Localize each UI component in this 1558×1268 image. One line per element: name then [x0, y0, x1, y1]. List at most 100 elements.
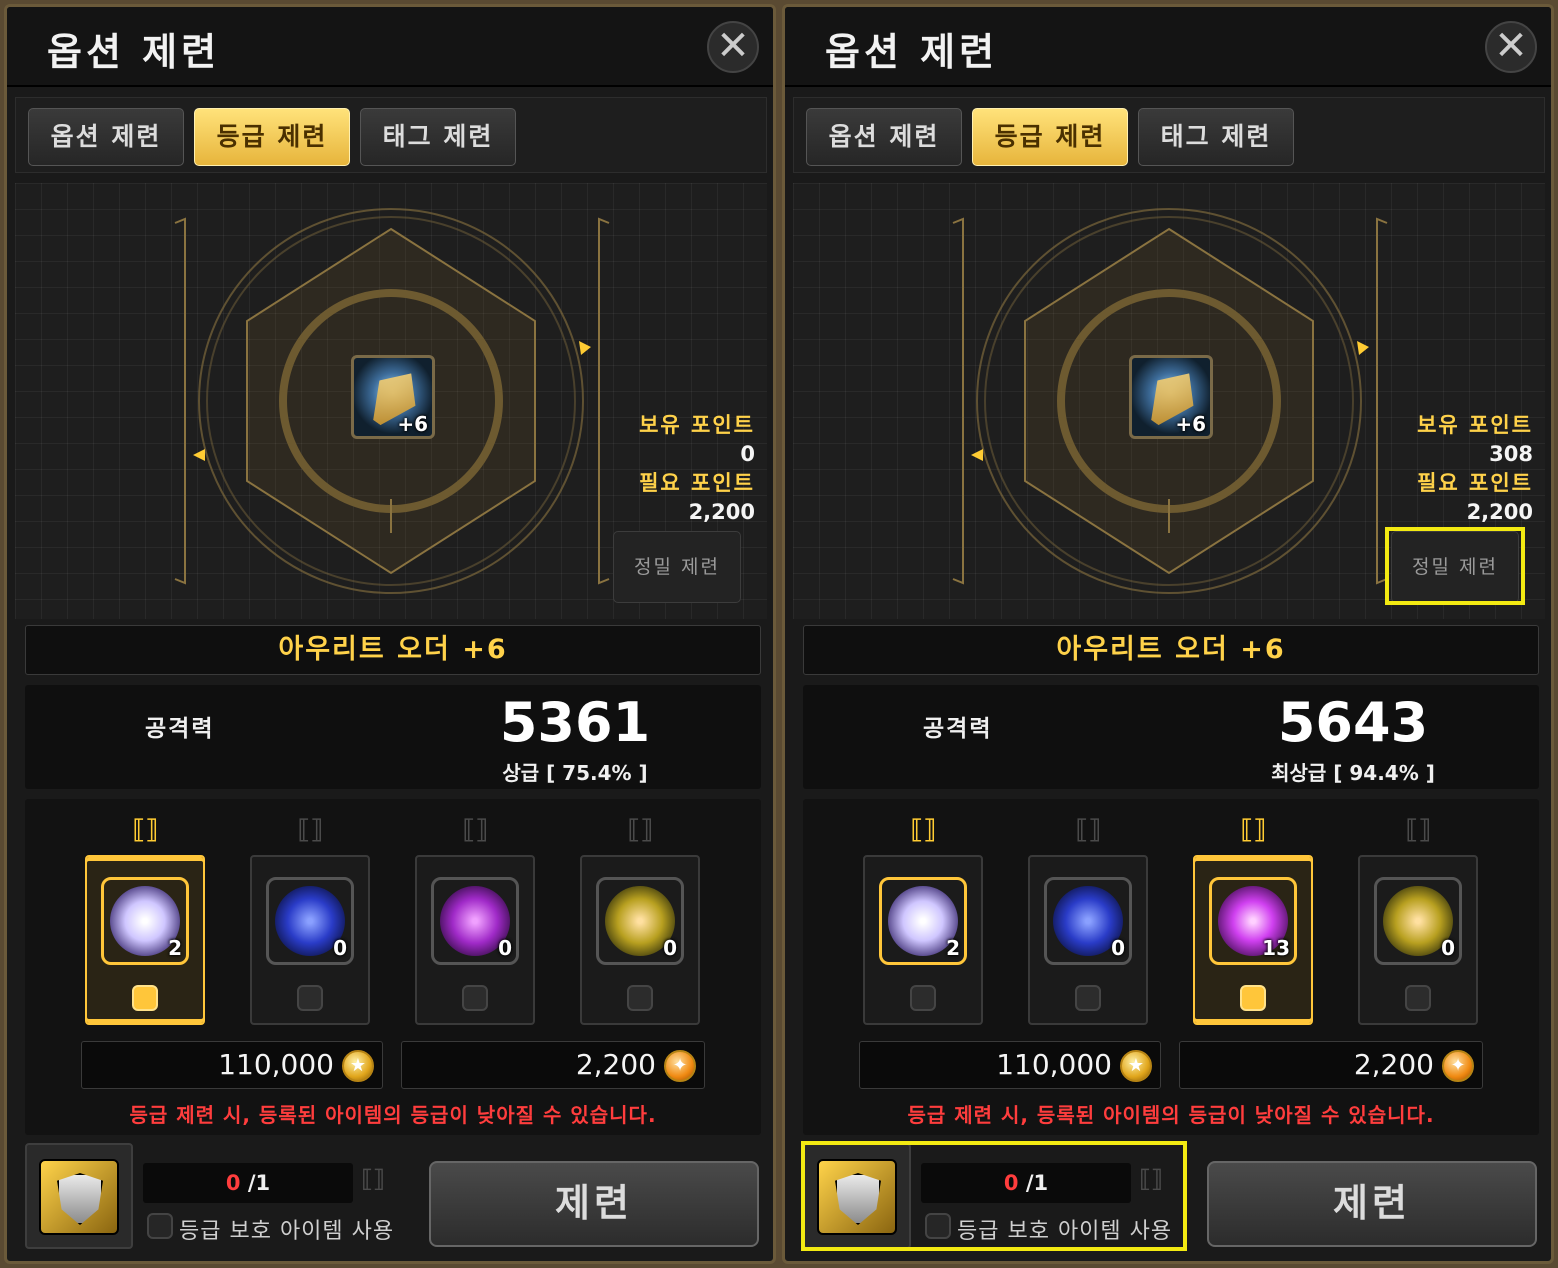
lock-icon[interactable]: ⟦⟧ [1403, 815, 1433, 847]
refine-button[interactable]: 제련 [1207, 1161, 1537, 1247]
tab-option-refine[interactable]: 옵션 제련 [806, 108, 962, 166]
window-title: 옵션 제련 [825, 30, 999, 74]
owned-points-value: 308 [1489, 442, 1533, 466]
slot-checkbox[interactable] [1405, 985, 1431, 1011]
point-cost-value: 2,200 [1353, 1048, 1434, 1081]
close-icon[interactable]: ✕ [707, 21, 759, 73]
orb-icon: 0 [1374, 877, 1462, 965]
gold-coin-icon: ★ [1120, 1050, 1152, 1082]
required-points-label: 필요 포인트 [639, 471, 755, 495]
attack-label: 공격력 [145, 716, 215, 742]
orb-count: 2 [946, 936, 960, 960]
lock-icon[interactable]: ⟦⟧ [625, 815, 655, 847]
orb-icon: 2 [879, 877, 967, 965]
tab-grade-refine[interactable]: 등급 제련 [972, 108, 1128, 166]
attack-value: 5643 [1277, 691, 1429, 754]
attack-label: 공격력 [923, 716, 993, 742]
lock-icon[interactable]: ⟦⟧ [460, 815, 490, 847]
material-slot-3[interactable]: 13 [1193, 855, 1313, 1025]
tab-tag-refine[interactable]: 태그 제련 [1138, 108, 1294, 166]
slot-area: ⟦⟧ ⟦⟧ ⟦⟧ ⟦⟧ 2 0 0 0 110,000 ★ 2,200 ✦ 등급… [25, 799, 761, 1135]
gold-cost: 110,000 ★ [81, 1041, 383, 1089]
slot-checkbox[interactable] [132, 985, 158, 1011]
item-level-badge: +6 [397, 412, 428, 436]
material-slot-1[interactable]: 2 [863, 855, 983, 1025]
orb-count: 0 [663, 936, 677, 960]
required-points-label: 필요 포인트 [1417, 471, 1533, 495]
material-slot-2[interactable]: 0 [250, 855, 370, 1025]
protect-count-current: 0 [225, 1171, 241, 1195]
slot-checkbox[interactable] [297, 985, 323, 1011]
point-coin-icon: ✦ [664, 1050, 696, 1082]
precise-refine-button[interactable]: 정밀 제련 [613, 531, 741, 603]
warning-text: 등급 제련 시, 등록된 아이템의 등급이 낮아질 수 있습니다. [129, 1103, 657, 1127]
item-icon-aurit-order: +6 [351, 355, 435, 439]
protect-label: 등급 보호 아이템 사용 [179, 1219, 395, 1244]
grade-text: 최상급 [ 94.4% ] [1271, 761, 1435, 785]
refine-button[interactable]: 제련 [429, 1161, 759, 1247]
gold-coin-icon: ★ [342, 1050, 374, 1082]
close-icon[interactable]: ✕ [1485, 21, 1537, 73]
slot-checkbox[interactable] [462, 985, 488, 1011]
orb-count: 0 [498, 936, 512, 960]
material-slot-4[interactable]: 0 [580, 855, 700, 1025]
protect-count-max: /1 [240, 1171, 271, 1195]
lock-icon[interactable]: ⟦⟧ [1073, 815, 1103, 847]
protect-item-slot[interactable] [25, 1143, 133, 1249]
gold-cost-value: 110,000 [218, 1048, 334, 1081]
slot-area: ⟦⟧ ⟦⟧ ⟦⟧ ⟦⟧ 2 0 13 0 110,000 ★ 2,200 ✦ 등… [803, 799, 1539, 1135]
material-slot-1[interactable]: 2 [85, 855, 205, 1025]
slot-checkbox[interactable] [1240, 985, 1266, 1011]
tab-grade-refine[interactable]: 등급 제련 [194, 108, 350, 166]
protect-count: 0 /1 [143, 1163, 353, 1203]
gold-cost-value: 110,000 [996, 1048, 1112, 1081]
points-info: 보유 포인트 0 필요 포인트 2,200 [639, 411, 755, 527]
tab-bar: 옵션 제련 등급 제련 태그 제련 [15, 97, 767, 173]
owned-points-label: 보유 포인트 [1417, 413, 1533, 437]
bottom-bar: 0 /1 ⟦⟧ 등급 보호 아이템 사용 제련 [25, 1143, 761, 1253]
highlight-protect-item [801, 1141, 1187, 1251]
item-name: 아우리트 오더 +6 [25, 625, 761, 675]
slot-checkbox[interactable] [1075, 985, 1101, 1011]
title-bar: 옵션 제련 ✕ [7, 7, 773, 87]
orb-count: 13 [1262, 936, 1290, 960]
material-slot-3[interactable]: 0 [415, 855, 535, 1025]
item-name: 아우리트 오더 +6 [803, 625, 1539, 675]
orb-count: 0 [333, 936, 347, 960]
lock-icon[interactable]: ⟦⟧ [1238, 815, 1268, 847]
material-slot-4[interactable]: 0 [1358, 855, 1478, 1025]
orb-icon: 0 [431, 877, 519, 965]
stat-box: 공격력 5643 최상급 [ 94.4% ] [803, 685, 1539, 789]
item-icon-aurit-order: +6 [1129, 355, 1213, 439]
stat-box: 공격력 5361 상급 [ 75.4% ] [25, 685, 761, 789]
grade-refine-panel-left: 옵션 제련 ✕ 옵션 제련 등급 제련 태그 제련 +6 보유 포인트 0 필요… [4, 4, 776, 1264]
attack-value: 5361 [499, 691, 651, 754]
title-bar: 옵션 제련 ✕ [785, 7, 1551, 87]
slot-checkbox[interactable] [627, 985, 653, 1011]
orb-count: 0 [1111, 936, 1125, 960]
protect-checkbox[interactable] [147, 1213, 173, 1239]
points-info: 보유 포인트 308 필요 포인트 2,200 [1417, 411, 1533, 527]
material-slot-2[interactable]: 0 [1028, 855, 1148, 1025]
tab-option-refine[interactable]: 옵션 제련 [28, 108, 184, 166]
slot-checkbox[interactable] [910, 985, 936, 1011]
required-points-value: 2,200 [688, 500, 755, 524]
refine-stage: +6 보유 포인트 0 필요 포인트 2,200 정밀 제련 [15, 183, 767, 619]
point-coin-icon: ✦ [1442, 1050, 1474, 1082]
orb-icon: 0 [266, 877, 354, 965]
orb-count: 2 [168, 936, 182, 960]
window-title: 옵션 제련 [47, 30, 221, 74]
gold-cost: 110,000 ★ [859, 1041, 1161, 1089]
tab-tag-refine[interactable]: 태그 제련 [360, 108, 516, 166]
lock-icon: ⟦⟧ [361, 1165, 385, 1193]
lock-icon[interactable]: ⟦⟧ [908, 815, 938, 847]
owned-points-value: 0 [740, 442, 755, 466]
lock-icon[interactable]: ⟦⟧ [130, 815, 160, 847]
highlight-precise-refine [1385, 527, 1525, 605]
point-cost: 2,200 ✦ [401, 1041, 705, 1089]
lock-icon[interactable]: ⟦⟧ [295, 815, 325, 847]
item-level-badge: +6 [1175, 412, 1206, 436]
orb-icon: 2 [101, 877, 189, 965]
required-points-value: 2,200 [1466, 500, 1533, 524]
grade-text: 상급 [ 75.4% ] [502, 761, 648, 785]
